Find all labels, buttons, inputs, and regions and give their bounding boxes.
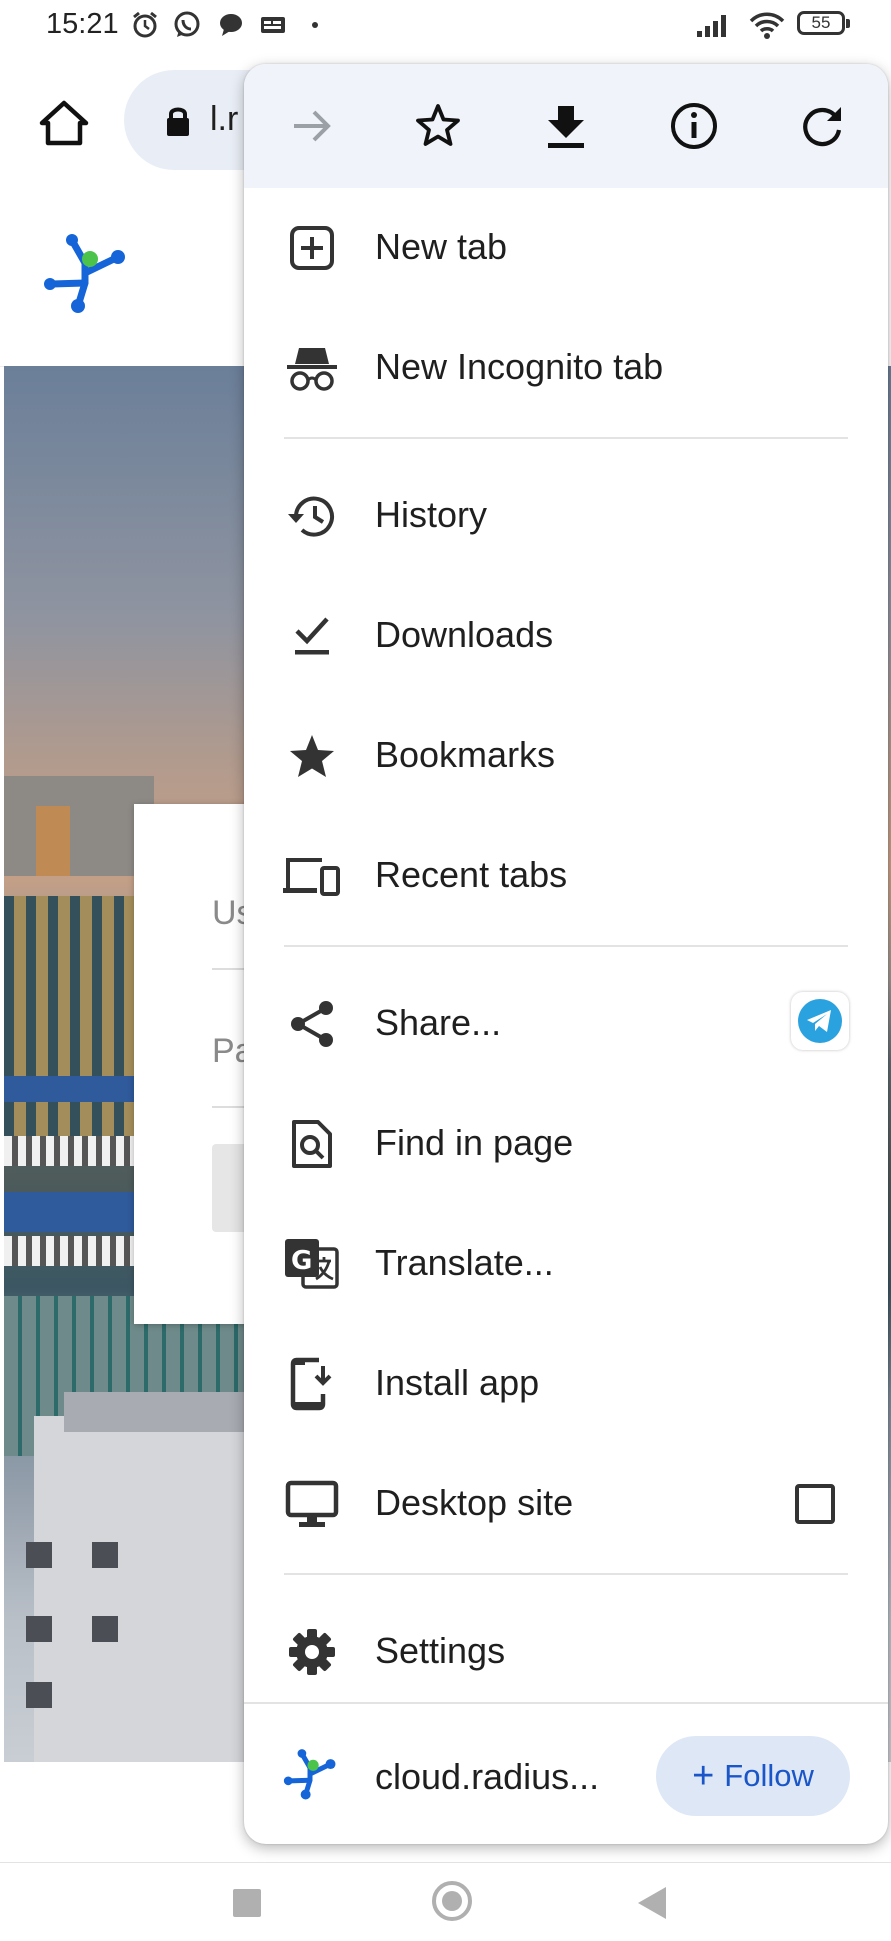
menu-item-desktop-site[interactable]: Desktop site: [244, 1444, 888, 1564]
battery-level: 55: [811, 13, 831, 32]
menu-item-history[interactable]: History: [244, 456, 888, 576]
menu-item-label: Recent tabs: [375, 854, 568, 895]
menu-item-settings[interactable]: Settings: [244, 1592, 888, 1712]
notification-dot: [312, 22, 318, 28]
site-name: cloud.radius...: [375, 1756, 600, 1797]
battery-icon: 55: [797, 11, 850, 35]
find-in-page-icon: [282, 1114, 342, 1174]
menu-item-install-app[interactable]: Install app: [244, 1324, 888, 1444]
menu-action-row: [244, 64, 888, 188]
star-icon: [282, 726, 342, 786]
menu-site-footer: cloud.radius... + Follow: [244, 1702, 888, 1844]
menu-item-label: Downloads: [375, 614, 554, 655]
arrow-forward-icon: [294, 110, 331, 142]
reload-button[interactable]: [790, 94, 854, 158]
devices-icon: [282, 846, 342, 906]
menu-item-share[interactable]: Share...: [244, 964, 888, 1084]
info-icon: [671, 103, 717, 149]
alarm-icon: [133, 11, 157, 38]
install-app-icon: [282, 1354, 342, 1414]
wifi-icon: [749, 12, 785, 39]
whatsapp-icon: [174, 11, 200, 37]
status-time: 15:21: [46, 8, 119, 40]
menu-item-label: History: [375, 494, 488, 535]
share-icon: [282, 994, 342, 1054]
home-icon[interactable]: [36, 95, 92, 151]
downloads-icon: [282, 606, 342, 666]
follow-button[interactable]: + Follow: [656, 1736, 850, 1816]
svg-text:G: G: [291, 1246, 312, 1276]
back-button[interactable]: [638, 1887, 666, 1919]
menu-item-new-incognito-tab[interactable]: New Incognito tab: [244, 308, 888, 428]
system-navigation-bar: [0, 1862, 891, 1941]
desktop-site-checkbox[interactable]: [795, 1484, 835, 1524]
download-page-button[interactable]: [534, 94, 598, 158]
download-icon: [548, 106, 584, 148]
home-button[interactable]: [432, 1881, 472, 1921]
url-text: l.r: [210, 100, 239, 138]
gallery-icon: [261, 17, 285, 33]
plus-icon: +: [692, 1755, 715, 1797]
menu-divider: [284, 945, 848, 947]
star-outline-icon: [416, 104, 460, 146]
chat-bubble-icon: [220, 14, 242, 36]
menu-item-label: Bookmarks: [375, 734, 556, 775]
menu-item-label: Find in page: [375, 1122, 574, 1163]
menu-item-translate[interactable]: G Translate...: [244, 1204, 888, 1324]
share-to-telegram-button[interactable]: [791, 992, 849, 1050]
overflow-menu: New tab New Incognito tab History Downlo…: [244, 64, 888, 1844]
follow-button-label: Follow: [724, 1758, 814, 1793]
menu-item-downloads[interactable]: Downloads: [244, 576, 888, 696]
site-favicon: [283, 1749, 336, 1800]
site-logo: [44, 234, 125, 313]
recents-button[interactable]: [233, 1889, 261, 1917]
menu-item-label: Install app: [375, 1362, 540, 1403]
menu-item-bookmarks[interactable]: Bookmarks: [244, 696, 888, 816]
desktop-icon: [282, 1474, 342, 1534]
menu-item-new-tab[interactable]: New tab: [244, 188, 888, 308]
bookmark-page-button[interactable]: [406, 94, 470, 158]
menu-item-label: New tab: [375, 226, 508, 267]
menu-item-label: Share...: [375, 1002, 502, 1043]
menu-item-label: Translate...: [375, 1242, 554, 1283]
lock-icon: [167, 107, 189, 136]
telegram-icon: [798, 999, 842, 1043]
reload-icon: [803, 107, 842, 147]
status-bar: 15:21 55: [0, 0, 891, 52]
gear-icon: [282, 1622, 342, 1682]
menu-divider: [284, 437, 848, 439]
menu-item-recent-tabs[interactable]: Recent tabs: [244, 816, 888, 936]
new-tab-icon: [282, 218, 342, 278]
forward-button[interactable]: [280, 94, 344, 158]
history-icon: [282, 486, 342, 546]
signal-icon: [697, 15, 726, 37]
menu-item-label: Desktop site: [375, 1482, 574, 1523]
page-info-button[interactable]: [662, 94, 726, 158]
menu-divider: [284, 1573, 848, 1575]
translate-icon: G: [282, 1234, 342, 1294]
menu-item-label: New Incognito tab: [375, 346, 664, 387]
menu-item-find-in-page[interactable]: Find in page: [244, 1084, 888, 1204]
incognito-icon: [282, 338, 342, 398]
menu-item-label: Settings: [375, 1630, 506, 1671]
